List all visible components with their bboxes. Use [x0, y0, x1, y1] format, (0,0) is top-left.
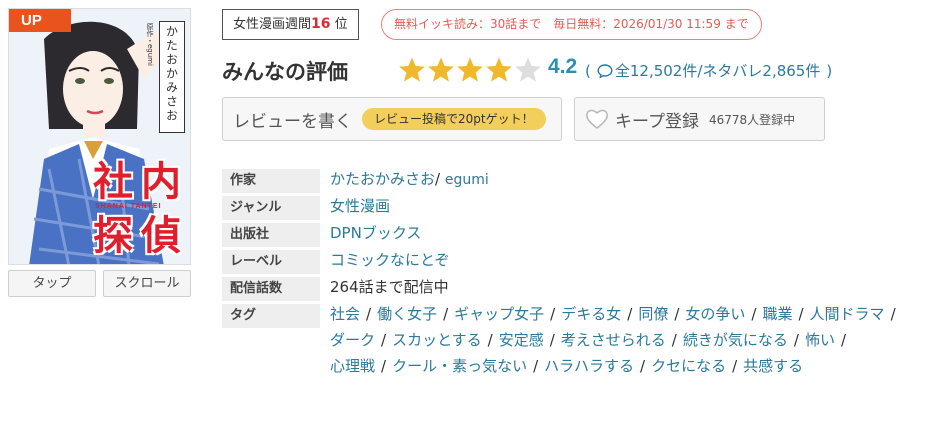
tag-separator: / — [381, 357, 387, 375]
keep-label: キープ登録 — [615, 111, 699, 132]
info-row-author: 作家 かたおかみさお/ egumi — [222, 166, 922, 193]
review-count-link[interactable]: 全12,502件 — [615, 60, 698, 81]
review-paren-open: ( — [585, 61, 591, 80]
tag-separator: / — [366, 305, 372, 323]
ranking-badge[interactable]: 女性漫画週間16 位 — [222, 9, 359, 40]
tag-link[interactable]: 怖い — [805, 331, 835, 349]
tag-separator: / — [550, 305, 556, 323]
publisher-link[interactable]: DPNブックス — [330, 224, 421, 242]
tap-mode-button[interactable]: タップ — [8, 270, 96, 297]
cover-author: かたおかみさお — [159, 21, 185, 133]
info-row-publisher: 出版社 DPNブックス — [222, 220, 922, 247]
rating-stars — [398, 56, 542, 84]
info-label-label: レーベル — [222, 250, 320, 274]
info-row-genre: ジャンル 女性漫画 — [222, 193, 922, 220]
info-row-label: レーベル コミックなにとぞ — [222, 247, 922, 274]
up-badge: UP — [9, 9, 71, 32]
original-author-link[interactable]: egumi — [445, 172, 489, 188]
genre-link[interactable]: 女性漫画 — [330, 197, 390, 215]
free-read-info: 無料イッキ読み：30話まで 毎日無料：2026/01/30 11:59 まで — [381, 9, 762, 40]
tag-link[interactable]: 職業 — [762, 305, 792, 323]
tag-link[interactable]: 人間ドラマ — [810, 305, 885, 323]
tag-link[interactable]: クール・素っ気ない — [392, 357, 527, 375]
book-info-table: 作家 かたおかみさお/ egumi ジャンル 女性漫画 出版社 DPNブックス … — [222, 166, 922, 379]
viewer-mode-buttons: タップ スクロール — [8, 270, 191, 297]
keep-count: 46778人登録中 — [708, 112, 796, 127]
review-stats[interactable]: ( 全12,502件/ネタバレ2,865件 ) — [585, 60, 832, 81]
tag-separator: / — [793, 331, 799, 349]
cover-logo-char: 社 — [93, 158, 133, 205]
tag-link[interactable]: 心理戦 — [330, 357, 375, 375]
book-cover[interactable]: UP 原作・egumi かたおかみさお 社 内 SHANAI TANTEI 探 … — [8, 8, 191, 265]
ranking-prefix: 女性漫画週間 — [233, 17, 312, 32]
write-review-button[interactable]: レビューを書く レビュー投稿で20ptゲット！ — [222, 97, 562, 141]
info-label-episodes: 配信話数 — [222, 277, 320, 301]
tag-link[interactable]: ハラハラする — [544, 357, 634, 375]
star-empty-icon — [515, 57, 541, 82]
label-link[interactable]: コミックなにとぞ — [330, 251, 450, 269]
scroll-mode-button[interactable]: スクロール — [103, 270, 191, 297]
tag-separator: / — [533, 357, 539, 375]
tag-link[interactable]: 同僚 — [638, 305, 668, 323]
rating-title: みんなの評価 — [222, 60, 348, 84]
review-paren-close: ) — [826, 61, 833, 80]
author-separator: / — [435, 170, 441, 188]
tag-separator: / — [732, 357, 738, 375]
info-label-publisher: 出版社 — [222, 223, 320, 247]
tag-link[interactable]: スカッとする — [392, 331, 482, 349]
cover-logo-char: 偵 — [141, 212, 181, 259]
review-reward-badge: レビュー投稿で20ptゲット！ — [362, 108, 546, 130]
info-row-episodes: 配信話数 264話まで配信中 — [222, 274, 922, 301]
tag-separator: / — [840, 331, 847, 349]
info-label-genre: ジャンル — [222, 196, 320, 220]
info-label-tags: タグ — [222, 304, 320, 328]
tag-separator: / — [487, 331, 493, 349]
tag-link[interactable]: 働く女子 — [377, 305, 437, 323]
tag-separator: / — [549, 331, 555, 349]
tag-separator: / — [443, 305, 449, 323]
episodes-value: 264話まで配信中 — [330, 278, 449, 296]
speech-bubble-icon — [597, 63, 613, 78]
heart-icon — [586, 109, 608, 129]
tag-separator: / — [751, 305, 757, 323]
info-row-tags: タグ 社会 / 働く女子 / ギャップ女子 / デキる女 / 同僚 / 女の争い / 職業 / 人間ドラマ /… — [222, 301, 922, 379]
tag-separator: / — [798, 305, 804, 323]
tag-list: 社会 / 働く女子 / ギャップ女子 / デキる女 / 同僚 / 女の争い / 職業 / 人間ドラマ/ダーク… — [330, 301, 910, 379]
star-filled-icon — [457, 57, 483, 82]
tag-separator: / — [674, 305, 680, 323]
keep-button[interactable]: キープ登録 46778人登録中 — [574, 97, 825, 141]
tag-link[interactable]: 安定感 — [499, 331, 544, 349]
tag-link[interactable]: 女の争い — [685, 305, 745, 323]
tag-link[interactable]: 考えさせられる — [561, 331, 666, 349]
spoiler-count-link[interactable]: /ネタバレ2,865件 — [697, 60, 820, 81]
tag-link[interactable]: 続きが気になる — [683, 331, 788, 349]
write-review-label: レビューを書く — [233, 111, 352, 132]
tag-separator: / — [627, 305, 633, 323]
tag-separator: / — [890, 305, 896, 323]
ranking-suffix: 位 — [334, 17, 348, 32]
tag-separator: / — [640, 357, 646, 375]
cover-logo-char: 内 — [141, 158, 181, 205]
star-filled-icon — [428, 57, 454, 82]
tag-separator: / — [381, 331, 387, 349]
tag-link[interactable]: ギャップ女子 — [454, 305, 544, 323]
info-value-author: かたおかみさお/ egumi — [330, 166, 489, 193]
cover-logo-romaji: SHANAI TANTEI — [95, 203, 162, 210]
info-label-author: 作家 — [222, 169, 320, 193]
tag-separator: / — [671, 331, 677, 349]
tag-link[interactable]: 社会 — [330, 305, 360, 323]
cover-logo-char: 探 — [93, 212, 133, 259]
author-link[interactable]: かたおかみさお — [330, 170, 435, 188]
tag-link[interactable]: ダーク — [330, 331, 375, 349]
rating-score: 4.2 — [548, 55, 578, 78]
cover-credit: 原作・egumi — [146, 23, 154, 66]
tag-link[interactable]: 共感する — [743, 357, 803, 375]
star-filled-icon — [486, 57, 512, 82]
star-filled-icon — [399, 57, 425, 82]
tag-link[interactable]: デキる女 — [561, 305, 621, 323]
tag-link[interactable]: クセになる — [651, 357, 726, 375]
ranking-number: 16 — [311, 16, 331, 32]
